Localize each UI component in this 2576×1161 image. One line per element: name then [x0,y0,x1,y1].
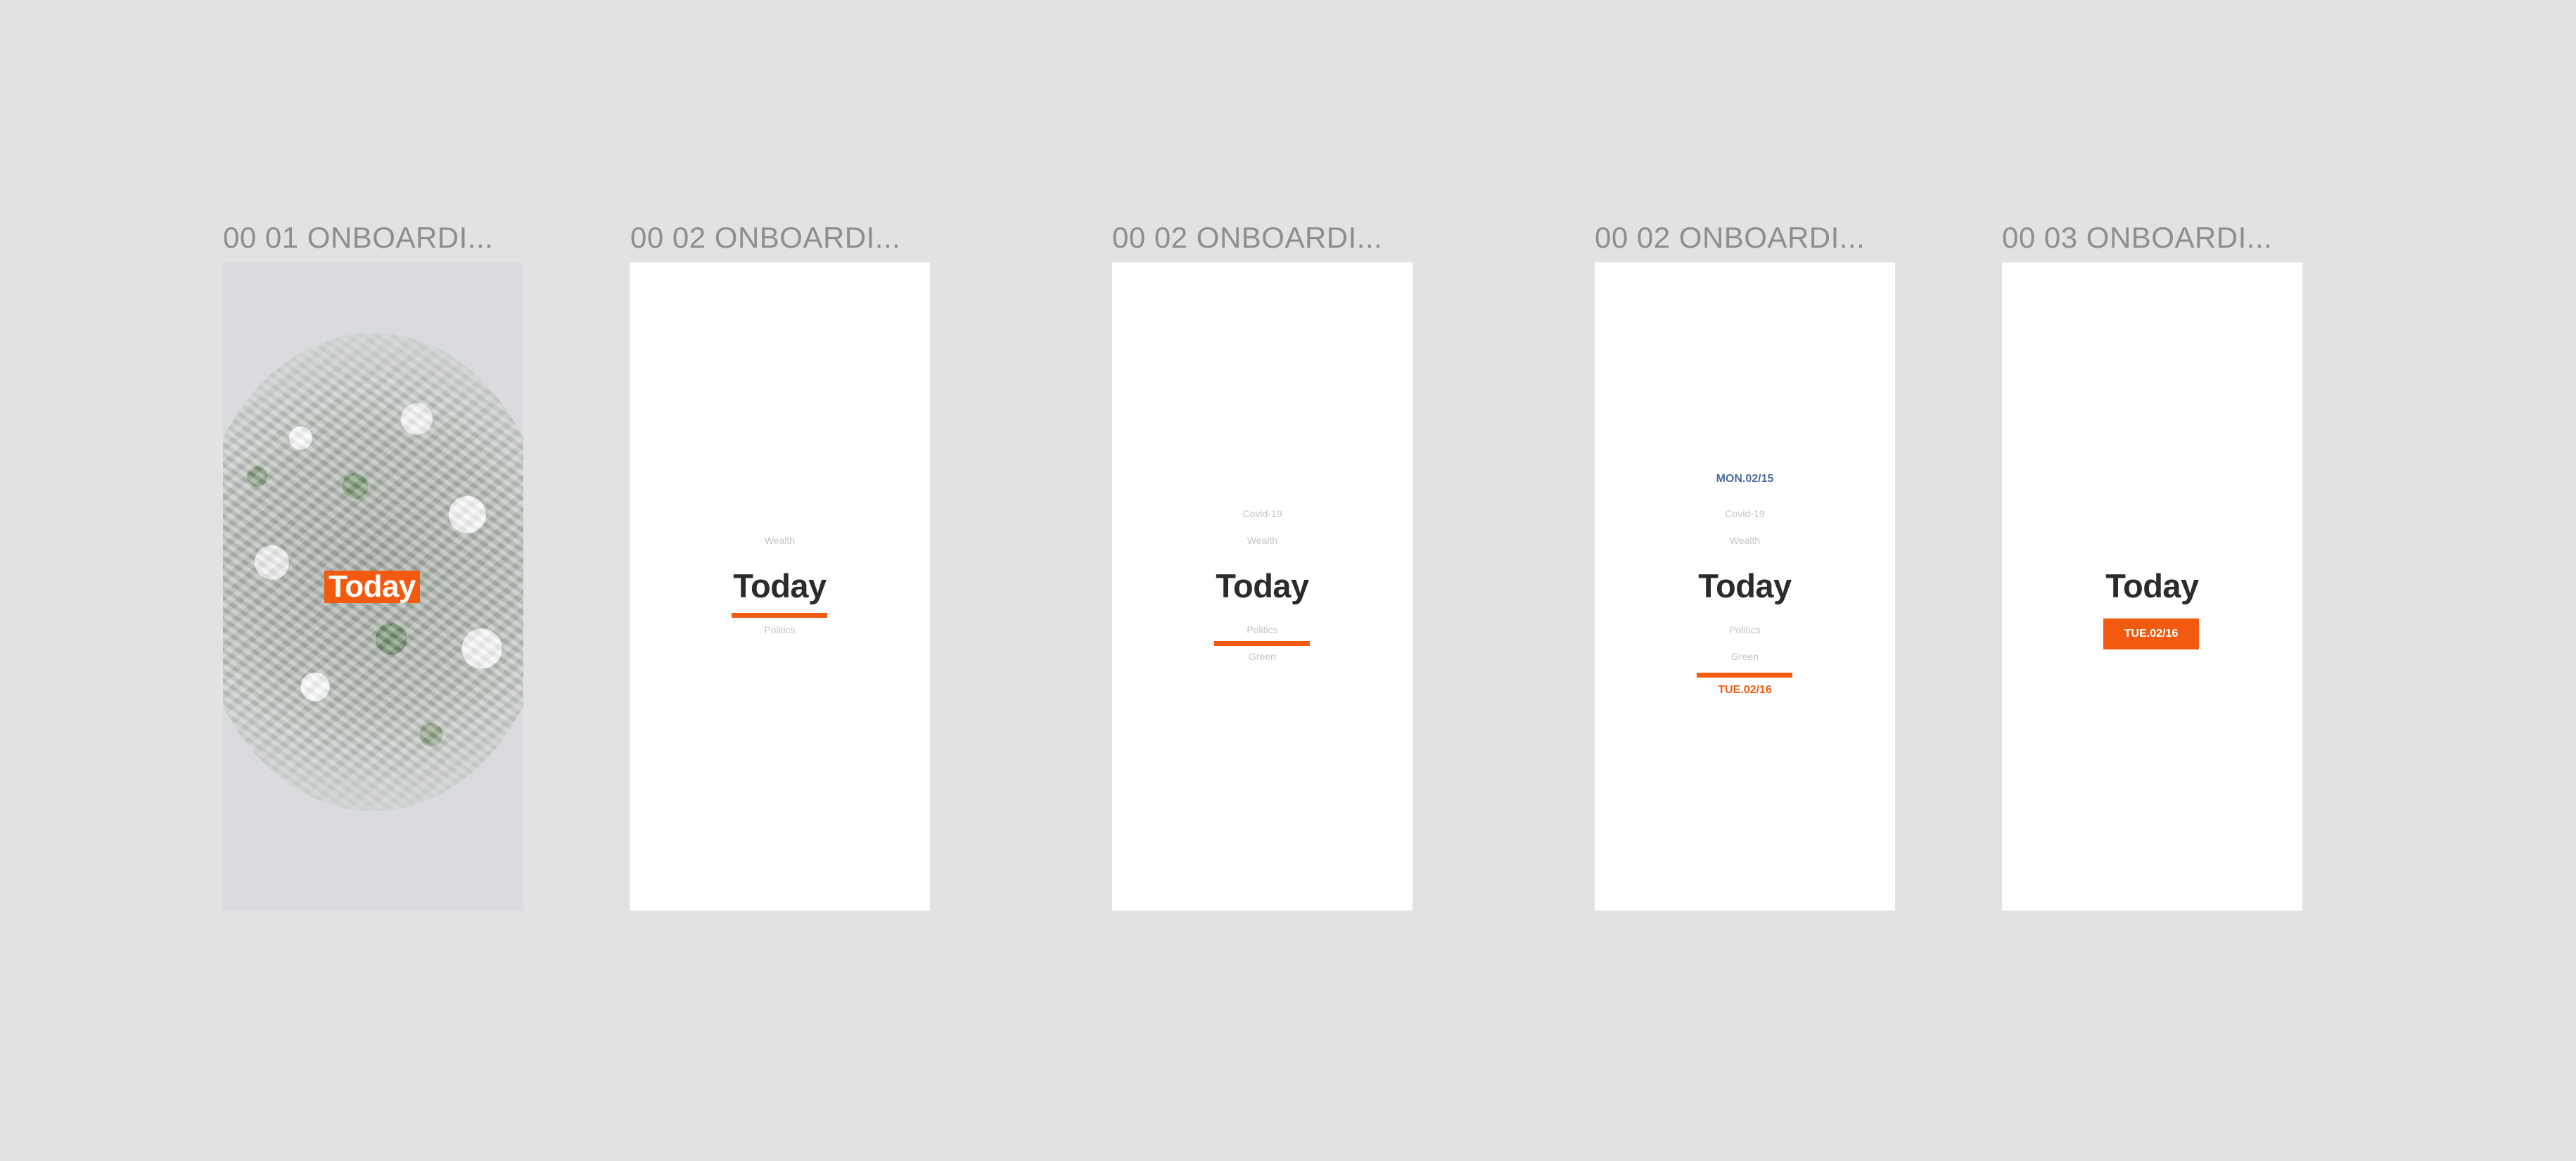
today-heading: Today [1216,567,1309,604]
artboard-onboarding-02a[interactable]: Wealth Today Politics [630,262,930,911]
artboard-onboarding-03[interactable]: Today TUE.02/16 [2002,262,2302,911]
date-previous: MON.02/15 [1716,473,1774,485]
politics-underline [1214,641,1310,646]
today-heading: Today [733,567,827,604]
date-chip: TUE.02/16 [2103,618,2199,649]
topic-green: Green [1249,651,1276,662]
topic-wealth: Wealth [764,535,796,546]
topic-covid: Covid-19 [1725,508,1765,519]
topic-politics: Politics [1729,624,1761,635]
today-logo: Today [324,571,420,603]
topic-green: Green [1731,651,1759,662]
topic-covid: Covid-19 [1242,508,1282,519]
artboard-onboarding-02b[interactable]: Covid-19 Wealth Today Politics Green [1112,262,1413,911]
artboard-title-3[interactable]: 00 02 ONBOARDI... [1112,220,1382,256]
topic-politics: Politics [764,624,796,635]
topic-wealth: Wealth [1246,535,1278,546]
today-heading: Today [1698,567,1792,604]
topic-politics: Politics [1246,624,1278,635]
artboard-title-5[interactable]: 00 03 ONBOARDI... [2002,220,2272,256]
artboard-title-2[interactable]: 00 02 ONBOARDI... [630,220,900,256]
topic-wealth: Wealth [1729,535,1761,546]
today-heading: Today [2105,567,2199,604]
artboard-onboarding-02c[interactable]: MON.02/15 Covid-19 Wealth Today Politics… [1595,262,1895,911]
date-current: TUE.02/16 [1718,684,1772,696]
artboard-onboarding-01[interactable]: Today [223,262,523,911]
artboard-title-1[interactable]: 00 01 ONBOARDI... [223,220,493,256]
green-underline [1697,673,1792,678]
today-underline [732,613,827,618]
artboard-title-4[interactable]: 00 02 ONBOARDI... [1595,220,1865,256]
